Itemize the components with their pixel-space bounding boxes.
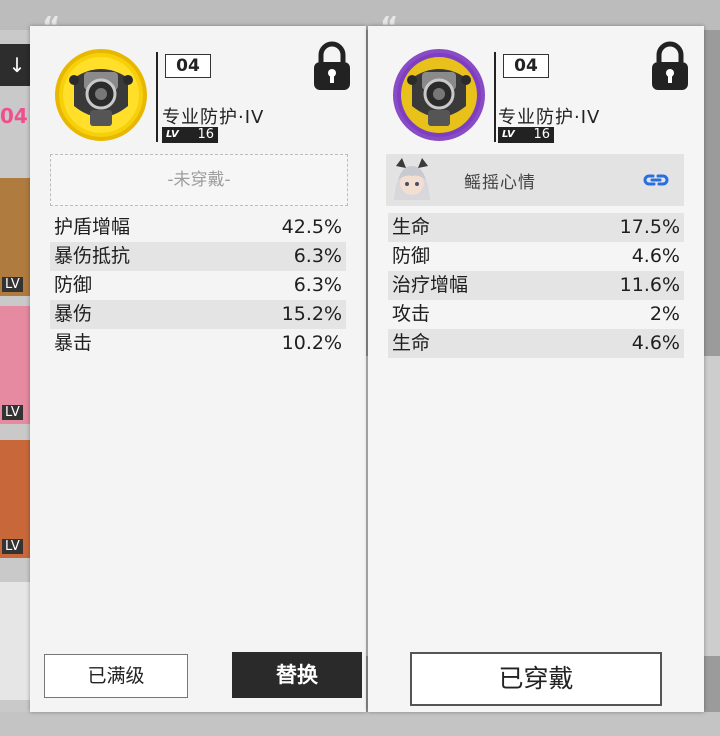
stat-name: 防御	[392, 245, 431, 267]
stat-name: 暴击	[54, 332, 93, 354]
stat-name: 防御	[54, 274, 93, 296]
unworn-slot: -未穿戴-	[50, 154, 348, 206]
item-number-box: 04	[503, 54, 549, 78]
stat-value: 2%	[649, 303, 680, 325]
bg-card-lv: LV	[2, 539, 23, 554]
stat-value: 4.6%	[631, 332, 680, 354]
equipped-button[interactable]: 已穿戴	[410, 652, 662, 706]
stat-name: 护盾增幅	[54, 216, 131, 238]
max-level-button[interactable]: 已满级	[44, 654, 188, 698]
stat-row: 攻击 2%	[388, 300, 684, 329]
equipment-card-equipped: 04 专业防护·IV LV 16 鳐摇心情 生命 17.5% 防御 4.6% 治…	[368, 26, 704, 712]
stat-row: 暴伤抵抗 6.3%	[50, 242, 346, 271]
stat-name: 生命	[392, 216, 431, 238]
wearer-name: 鳐摇心情	[464, 173, 536, 193]
bg-character-card[interactable]: LV	[0, 306, 34, 424]
stat-row: 防御 6.3%	[50, 271, 346, 300]
lv-label: LV	[502, 129, 515, 140]
padlock-icon[interactable]	[648, 40, 692, 92]
stat-row: 治疗增幅 11.6%	[388, 271, 684, 300]
wearer-row[interactable]: 鳐摇心情	[386, 154, 684, 206]
link-icon[interactable]	[642, 170, 670, 190]
lv-label: LV	[166, 129, 179, 140]
item-number-box: 04	[165, 54, 211, 78]
stat-name: 生命	[392, 332, 431, 354]
sort-arrow-icon[interactable]: ↓	[0, 44, 34, 86]
divider-bar	[494, 52, 496, 142]
stat-row: 生命 17.5%	[388, 213, 684, 242]
stat-value: 11.6%	[619, 274, 680, 296]
stat-value: 6.3%	[293, 274, 342, 296]
stat-name: 治疗增幅	[392, 274, 469, 296]
stat-row: 护盾增幅 42.5%	[50, 213, 346, 242]
stat-value: 42.5%	[281, 216, 342, 238]
equipment-card-candidate: 04 专业防护·IV LV 16 -未穿戴- 护盾增幅 42.5% 暴伤抵抗 6…	[30, 26, 366, 712]
stat-value: 6.3%	[293, 245, 342, 267]
stats-list: 护盾增幅 42.5% 暴伤抵抗 6.3% 防御 6.3% 暴伤 15.2% 暴击…	[50, 213, 346, 358]
replace-button[interactable]: 替换	[232, 652, 362, 698]
stat-row: 暴击 10.2%	[50, 329, 346, 358]
stat-value: 4.6%	[631, 245, 680, 267]
bg-card-lv: LV	[2, 277, 23, 292]
stat-row: 暴伤 15.2%	[50, 300, 346, 329]
gas-mask-equipment-icon	[55, 49, 147, 141]
stat-value: 15.2%	[281, 303, 342, 325]
stats-list: 生命 17.5% 防御 4.6% 治疗增幅 11.6% 攻击 2% 生命 4.6…	[388, 213, 684, 358]
bg-card-lv: LV	[2, 405, 23, 420]
stat-row: 生命 4.6%	[388, 329, 684, 358]
level-value: 16	[197, 127, 214, 142]
equipment-name: 专业防护·IV	[162, 107, 265, 128]
bg-character-card[interactable]	[0, 582, 34, 700]
stat-value: 17.5%	[619, 216, 680, 238]
stat-name: 暴伤抵抗	[54, 245, 131, 267]
bg-number: 04	[0, 104, 28, 128]
character-avatar	[388, 156, 436, 204]
stat-row: 防御 4.6%	[388, 242, 684, 271]
stat-name: 攻击	[392, 303, 431, 325]
bg-bottom-bar	[0, 712, 720, 736]
stat-name: 暴伤	[54, 303, 93, 325]
bg-character-card[interactable]: LV	[0, 440, 34, 558]
level-badge: LV 16	[498, 127, 554, 143]
padlock-icon[interactable]	[310, 40, 354, 92]
stat-value: 10.2%	[281, 332, 342, 354]
divider-bar	[156, 52, 158, 142]
bg-character-card[interactable]: LV	[0, 178, 34, 296]
level-value: 16	[533, 127, 550, 142]
gas-mask-equipment-icon	[393, 49, 485, 141]
level-badge: LV 16	[162, 127, 218, 143]
equipment-name: 专业防护·IV	[498, 107, 601, 128]
